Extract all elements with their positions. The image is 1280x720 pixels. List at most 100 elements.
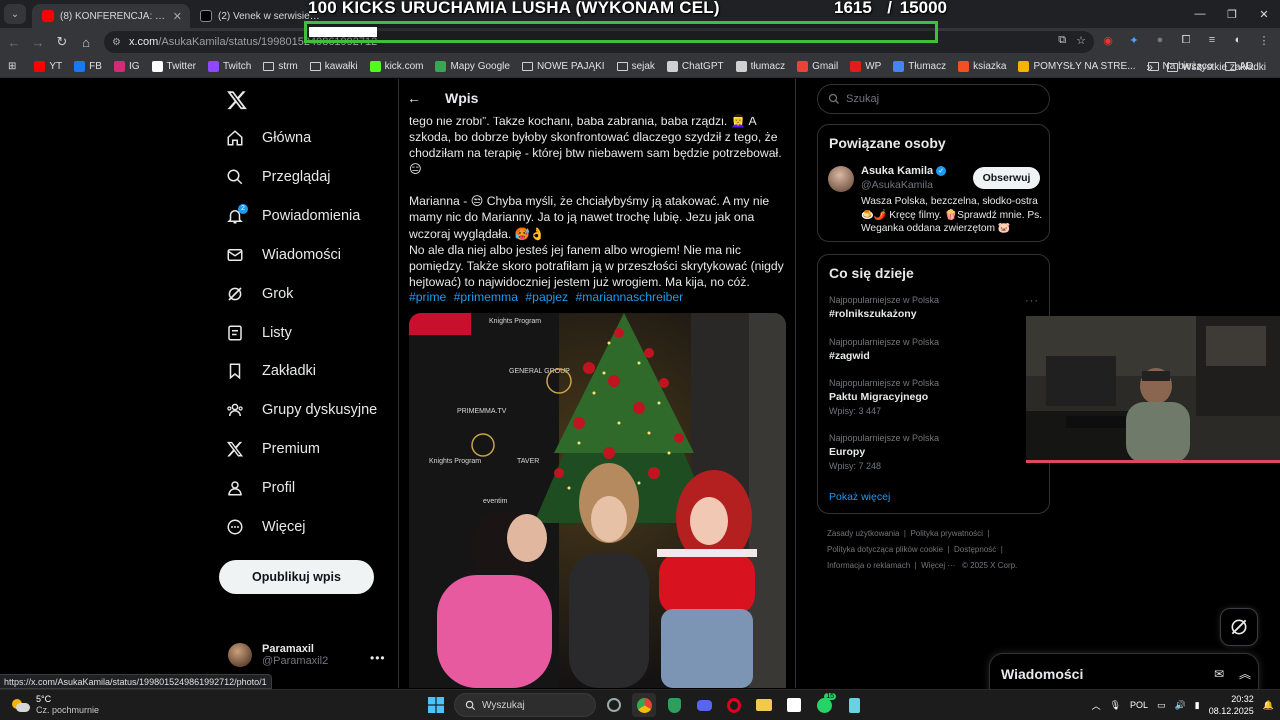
post-button[interactable]: Opublikuj wpis	[219, 560, 374, 594]
copilot-icon[interactable]	[602, 693, 626, 717]
forward-icon[interactable]: →	[26, 30, 50, 54]
footer-link[interactable]: Zasady użytkowania	[827, 529, 899, 538]
bookmark-item[interactable]: ChatGPT	[661, 61, 730, 72]
bookmark-item[interactable]: YT	[28, 61, 68, 72]
bookmark-item[interactable]: sejak	[611, 61, 661, 72]
tray-overflow-icon[interactable]: ︿	[1092, 699, 1101, 712]
taskbar-search[interactable]: Wyszukaj	[454, 693, 596, 717]
avatar[interactable]	[828, 166, 854, 192]
kebab-menu-icon[interactable]: ⋮	[1256, 32, 1272, 48]
bookmark-item[interactable]: kick.com	[364, 61, 430, 72]
trend-item[interactable]: Najpopularniejsze w Polska #zagwid	[829, 337, 1039, 362]
file-explorer-icon[interactable]	[752, 693, 776, 717]
extension-icon[interactable]: ✦	[1126, 32, 1142, 48]
maximize-icon[interactable]: ❐	[1216, 0, 1248, 28]
messages-drawer[interactable]: Wiadomości ✉ ︽	[989, 653, 1259, 693]
bookmark-star-icon[interactable]: ☆	[1076, 34, 1086, 47]
site-info-icon[interactable]: ⚙	[112, 37, 121, 48]
notifications-icon[interactable]: 🔔	[1263, 700, 1274, 711]
weather-widget[interactable]: 5°C Cz. pochmurnie	[12, 694, 99, 716]
puzzle-icon[interactable]: ⧠	[1178, 32, 1194, 48]
trend-item[interactable]: Najpopularniejsze w Polska Europy Wpisy:…	[829, 433, 1039, 471]
chrome-icon[interactable]	[632, 693, 656, 717]
more-icon[interactable]: •••	[370, 651, 386, 665]
nav-item-list[interactable]: Listy	[226, 318, 292, 348]
nav-item-profile[interactable]: Profil	[226, 473, 295, 503]
install-icon[interactable]: ⧉	[1058, 34, 1066, 47]
show-more-link[interactable]: Pokaż więcej	[829, 491, 890, 503]
profile-avatar-icon[interactable]: ◐	[1230, 32, 1246, 48]
expand-icon[interactable]: ︽	[1232, 665, 1258, 682]
bookmark-item[interactable]: Twitch	[202, 61, 257, 72]
trend-item[interactable]: Najpopularniejsze w Polska #rolnikszukaż…	[829, 295, 1039, 320]
post-photo[interactable]: Knights Program GENERAL GROUP PRIMEMMA.T…	[409, 313, 786, 688]
brave-icon[interactable]	[662, 693, 686, 717]
bookmark-item[interactable]: strm	[257, 61, 303, 72]
trend-item[interactable]: Najpopularniejsze w Polska Paktu Migracy…	[829, 378, 1039, 416]
bookmark-item[interactable]: tłumacz	[730, 61, 791, 72]
back-arrow-icon[interactable]: ←	[407, 90, 437, 106]
bookmark-item[interactable]: kawałki	[304, 61, 364, 72]
clock[interactable]: 20:32 08.12.2025	[1209, 693, 1254, 717]
footer-link[interactable]: Więcej ···	[921, 561, 955, 570]
nav-item-home[interactable]: Główna	[226, 123, 311, 153]
footer-link[interactable]: Informacja o reklamach	[827, 561, 910, 570]
hashtag-link[interactable]: #prime	[409, 290, 446, 304]
home-icon[interactable]: ⌂	[74, 30, 98, 54]
minimize-icon[interactable]: —	[1184, 0, 1216, 28]
account-switcher[interactable]: Paramaxil @Paramaxil2	[228, 643, 328, 667]
close-window-icon[interactable]: ✕	[1248, 0, 1280, 28]
footer-link[interactable]: Dostępność	[954, 545, 996, 554]
bookmarks-overflow-icon[interactable]: »	[1146, 60, 1153, 74]
new-message-icon[interactable]: ✉	[1206, 667, 1232, 681]
search-input[interactable]: Szukaj	[817, 84, 1050, 114]
notepad-icon[interactable]	[842, 693, 866, 717]
extension-icon[interactable]: ●	[1152, 32, 1168, 48]
nav-item-x[interactable]: Premium	[226, 434, 320, 464]
capcut-icon[interactable]	[782, 693, 806, 717]
bookmark-item[interactable]: FB	[68, 61, 108, 72]
bookmark-item[interactable]: NOWE PAJĄKI	[516, 61, 611, 72]
browser-tab-active[interactable]: (8) KONFERENCJA: Natan, Dzig ✕	[32, 4, 190, 28]
hashtag-link[interactable]: #primemma	[454, 290, 518, 304]
discord-icon[interactable]	[692, 693, 716, 717]
network-icon[interactable]: ▭	[1157, 700, 1166, 711]
nav-item-communities[interactable]: Grupy dyskusyjne	[226, 395, 377, 425]
bookmark-item[interactable]: ksiazka	[952, 61, 1012, 72]
bookmark-item[interactable]: Tłumacz	[887, 61, 952, 72]
apps-icon[interactable]: ⊞	[0, 61, 28, 72]
back-icon[interactable]: ←	[2, 30, 26, 54]
battery-icon[interactable]: ▮	[1195, 700, 1200, 711]
close-icon[interactable]: ✕	[173, 10, 182, 23]
input-language[interactable]: POL	[1130, 700, 1148, 710]
footer-link[interactable]: Polityka prywatności	[910, 529, 982, 538]
hashtag-link[interactable]: #mariannaschreiber	[575, 290, 683, 304]
follow-button[interactable]: Obserwuj	[973, 167, 1040, 189]
record-extension-icon[interactable]: ◉	[1100, 32, 1116, 48]
nav-item-mail[interactable]: Wiadomości	[226, 240, 341, 270]
opera-icon[interactable]	[722, 693, 746, 717]
all-bookmarks[interactable]: Wszystkie zakładki	[1161, 62, 1272, 73]
bookmark-item[interactable]: Twitter	[146, 61, 202, 72]
tab-search-button[interactable]: ⌄	[4, 4, 26, 24]
reload-icon[interactable]: ↻	[50, 30, 74, 54]
nav-item-search[interactable]: Przeglądaj	[226, 162, 331, 192]
bookmark-item[interactable]: Gmail	[791, 61, 844, 72]
volume-icon[interactable]: 🔊	[1175, 700, 1186, 711]
nav-item-grok[interactable]: Grok	[226, 279, 293, 309]
bookmark-item[interactable]: Mapy Google	[429, 61, 515, 72]
hashtag-link[interactable]: #papjez	[525, 290, 568, 304]
nav-item-more-circle[interactable]: Więcej	[226, 512, 306, 542]
bookmark-item[interactable]: WP	[844, 61, 887, 72]
bookmark-item[interactable]: IG	[108, 61, 146, 72]
bookmark-item[interactable]: POMYSŁY NA STRE...	[1012, 61, 1141, 72]
microphone-icon[interactable]: 🎙	[1110, 700, 1121, 711]
x-logo-icon[interactable]	[226, 89, 248, 111]
whatsapp-icon[interactable]: 15	[812, 693, 836, 717]
nav-item-bookmark[interactable]: Zakładki	[226, 356, 316, 386]
media-icon[interactable]: ≡	[1204, 32, 1220, 48]
footer-link[interactable]: Polityka dotycząca plików cookie	[827, 545, 943, 554]
nav-item-bell[interactable]: 2 Powiadomienia	[226, 201, 360, 231]
grok-floating-button[interactable]	[1220, 608, 1258, 646]
start-icon[interactable]	[424, 693, 448, 717]
